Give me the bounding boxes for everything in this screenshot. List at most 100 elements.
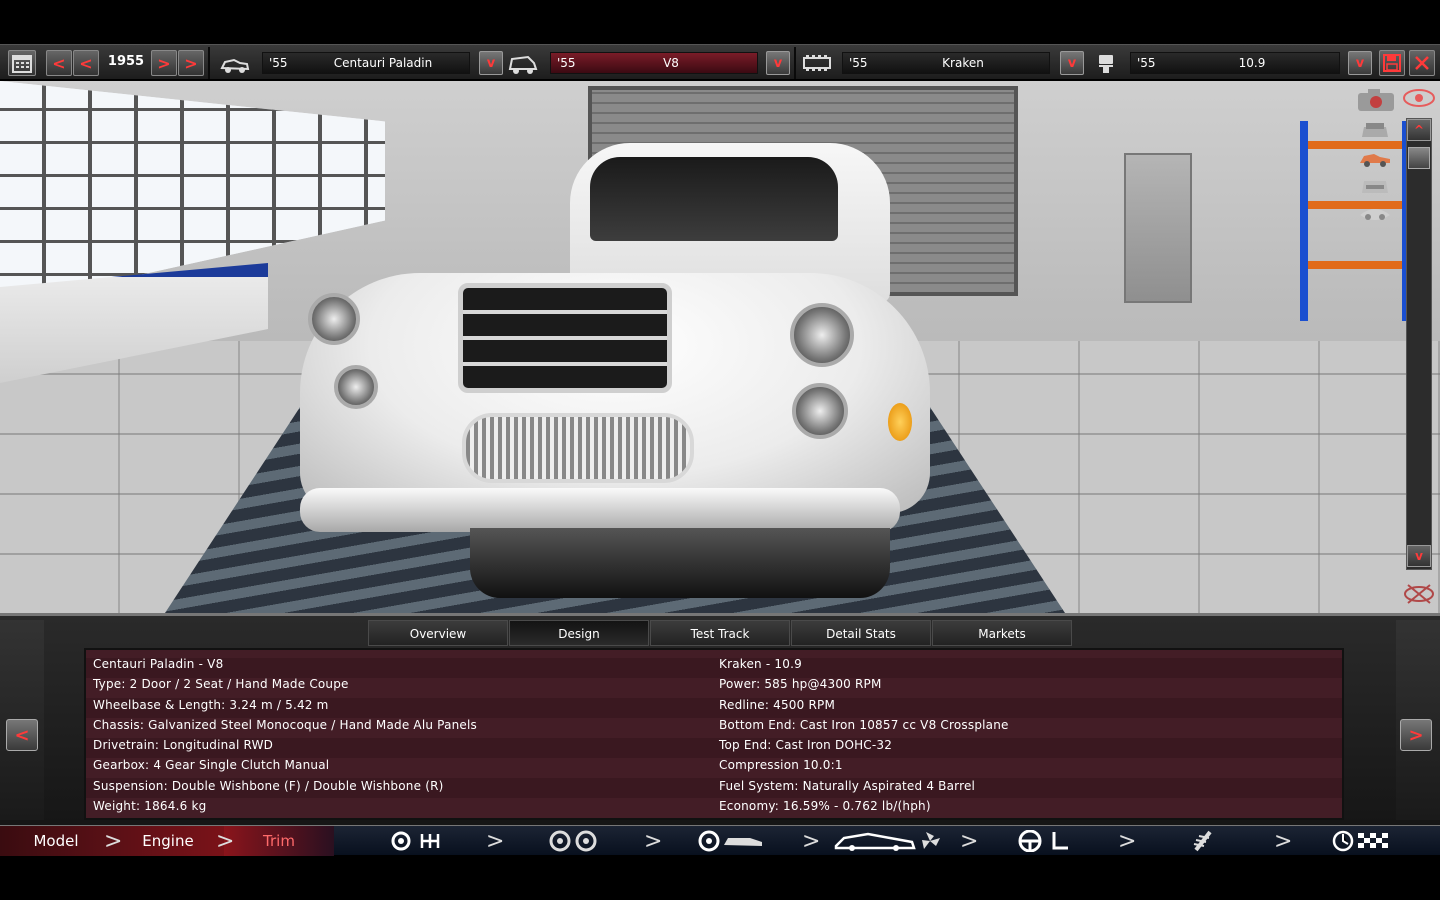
- engine-block-icon: [803, 55, 831, 71]
- info-line: Bottom End: Cast Iron 10857 cc V8 Crossp…: [719, 717, 1009, 732]
- chevron-right-icon: >: [802, 829, 821, 854]
- engine-name: V8: [663, 56, 679, 70]
- engine-year: '55: [557, 56, 576, 70]
- nav-step-engine[interactable]: Engine: [112, 826, 224, 856]
- tab-markets[interactable]: Markets: [932, 620, 1072, 646]
- info-line: Redline: 4500 RPM: [719, 697, 835, 712]
- headlight-left: [308, 293, 360, 345]
- info-line: Compression 10.0:1: [719, 758, 843, 773]
- view-top-icon[interactable]: [1358, 203, 1392, 225]
- storage-shelf: [1300, 121, 1410, 321]
- tab-design[interactable]: Design: [509, 620, 649, 646]
- wheels-icon[interactable]: [548, 830, 598, 852]
- close-icon[interactable]: [1409, 50, 1435, 76]
- info-line: Kraken - 10.9: [719, 657, 802, 671]
- foglight-right: [792, 383, 848, 439]
- model-year: '55: [269, 56, 288, 70]
- gearbox-icon[interactable]: [390, 830, 446, 852]
- test-flag-icon[interactable]: [1332, 830, 1390, 852]
- scroll-up-button[interactable]: ^: [1407, 119, 1431, 141]
- model-name: Centauri Paladin: [333, 56, 433, 70]
- chevron-right-icon: >: [644, 829, 663, 854]
- car-trim-icon: [508, 55, 538, 74]
- piston-icon: [1099, 55, 1113, 73]
- info-line: Top End: Cast Iron DOHC-32: [719, 738, 893, 753]
- car-summary-box: Centauri Paladin - V8 Type: 2 Door / 2 S…: [84, 648, 1344, 820]
- engine-select[interactable]: '55 V8: [550, 52, 758, 74]
- eye-icon[interactable]: [1402, 87, 1436, 109]
- design-step-nav: Model Engine Trim > > > > > > > >: [0, 825, 1440, 856]
- model-dropdown-button[interactable]: v: [479, 51, 503, 75]
- turn-signal-right: [888, 403, 912, 441]
- year-next-button[interactable]: >: [151, 50, 177, 76]
- chevron-right-icon: >: [1274, 829, 1293, 854]
- model-select[interactable]: '55 Centauri Paladin: [262, 52, 470, 74]
- year-display: 1955: [107, 54, 145, 69]
- nav-step-trim[interactable]: Trim: [224, 826, 334, 856]
- car-model: [300, 143, 930, 603]
- chevron-right-icon: >: [1118, 829, 1137, 854]
- suspension-spring-icon[interactable]: [1188, 830, 1218, 852]
- info-line: Gearbox: 4 Gear Single Clutch Manual: [93, 758, 330, 773]
- engine-family-dropdown-button[interactable]: v: [1060, 51, 1084, 75]
- chevron-right-icon: >: [216, 829, 235, 854]
- car-grille: [458, 283, 672, 393]
- calendar-icon[interactable]: [8, 50, 36, 76]
- engine-family-year: '55: [849, 56, 868, 70]
- info-line: Power: 585 hp@4300 RPM: [719, 677, 882, 692]
- headlight-right: [790, 303, 854, 367]
- car-summary-left: Centauri Paladin - V8 Type: 2 Door / 2 S…: [93, 654, 477, 816]
- engine-variant-name: 10.9: [1238, 56, 1266, 70]
- info-line: Drivetrain: Longitudinal RWD: [93, 738, 274, 753]
- panel-next-button[interactable]: >: [1400, 719, 1432, 751]
- car-lower-grille: [462, 413, 694, 483]
- scroll-thumb[interactable]: [1408, 147, 1430, 169]
- year-next-fast-button[interactable]: >: [178, 50, 204, 76]
- foglight-left: [334, 365, 378, 409]
- reset-view-icon[interactable]: [1402, 581, 1436, 607]
- view-front-icon[interactable]: [1358, 119, 1392, 141]
- engine-variant-dropdown-button[interactable]: v: [1348, 51, 1372, 75]
- interior-steering-icon[interactable]: [1016, 830, 1076, 852]
- view-rear-icon[interactable]: [1358, 175, 1392, 197]
- chevron-right-icon: >: [104, 829, 123, 854]
- tab-test-track[interactable]: Test Track: [650, 620, 790, 646]
- view-scrollbar[interactable]: [1406, 118, 1432, 570]
- chevron-right-icon: >: [486, 829, 505, 854]
- view-side-icon[interactable]: [1358, 147, 1392, 169]
- top-toolbar: < < 1955 > > '55 Centauri Paladin v '55 …: [0, 44, 1440, 80]
- info-line: Fuel System: Naturally Aspirated 4 Barre…: [719, 778, 976, 793]
- engine-variant-year: '55: [1137, 56, 1156, 70]
- info-tabs: Overview Design Test Track Detail Stats …: [368, 620, 1073, 646]
- info-line: Weight: 1864.6 kg: [93, 799, 207, 814]
- info-line: Wheelbase & Length: 3.24 m / 5.42 m: [93, 697, 329, 712]
- scroll-down-button[interactable]: v: [1407, 545, 1431, 567]
- engine-family-name: Kraken: [942, 56, 984, 70]
- body-design-icon[interactable]: [698, 830, 764, 852]
- save-icon[interactable]: [1379, 50, 1405, 76]
- engine-dropdown-button[interactable]: v: [766, 51, 790, 75]
- car-model-icon: [220, 58, 250, 73]
- info-panel: Overview Design Test Track Detail Stats …: [0, 613, 1440, 825]
- back-door: [1124, 153, 1192, 303]
- car-windshield: [590, 157, 838, 241]
- chevron-right-icon: >: [960, 829, 979, 854]
- aero-fan-icon[interactable]: [834, 830, 944, 852]
- year-prev-button[interactable]: <: [73, 50, 99, 76]
- info-line: Chassis: Galvanized Steel Monocoque / Ha…: [93, 717, 477, 732]
- tab-overview[interactable]: Overview: [368, 620, 508, 646]
- car-bumper: [300, 488, 900, 532]
- camera-icon[interactable]: [1356, 87, 1396, 113]
- panel-prev-button[interactable]: <: [6, 719, 38, 751]
- engine-variant-select[interactable]: '55 10.9: [1130, 52, 1340, 74]
- info-line: Economy: 16.59% - 0.762 lb/(hph): [719, 799, 931, 814]
- info-line: Suspension: Double Wishbone (F) / Double…: [93, 778, 444, 793]
- year-prev-fast-button[interactable]: <: [46, 50, 72, 76]
- car-3d-viewport[interactable]: ^ v: [0, 81, 1440, 613]
- engine-family-select[interactable]: '55 Kraken: [842, 52, 1050, 74]
- car-summary-right: Kraken - 10.9 Power: 585 hp@4300 RPM Red…: [719, 654, 1009, 816]
- info-line: Centauri Paladin - V8: [93, 657, 224, 671]
- tab-detail-stats[interactable]: Detail Stats: [791, 620, 931, 646]
- nav-step-model[interactable]: Model: [0, 826, 112, 856]
- info-line: Type: 2 Door / 2 Seat / Hand Made Coupe: [93, 677, 349, 692]
